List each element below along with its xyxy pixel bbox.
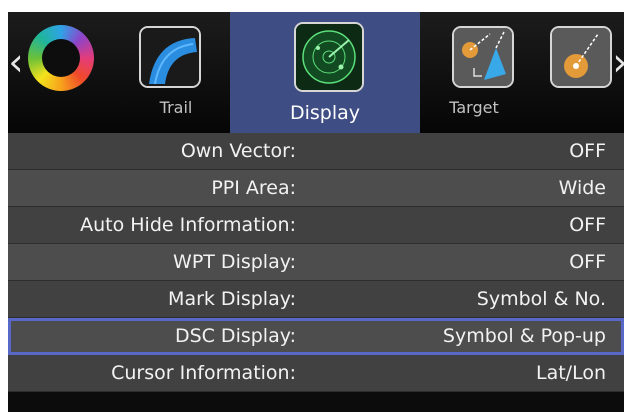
tab-target-label: Target — [449, 98, 499, 117]
setting-row-wpt-display[interactable]: WPT Display: OFF — [8, 244, 624, 281]
setting-value: Lat/Lon — [536, 362, 606, 384]
setting-label: Own Vector: — [180, 140, 296, 162]
setting-label: DSC Display: — [174, 325, 296, 347]
scroll-right-arrow-icon[interactable]: › — [612, 42, 624, 82]
tab-target[interactable]: Target — [426, 12, 522, 133]
setting-label: Auto Hide Information: — [80, 214, 296, 236]
tab-trail-label: Trail — [159, 98, 193, 117]
setting-label: Mark Display: — [168, 288, 296, 310]
setting-label: WPT Display: — [173, 251, 296, 273]
setting-value: OFF — [569, 251, 606, 273]
tab-display[interactable]: Display — [230, 12, 420, 133]
settings-list: Own Vector: OFF PPI Area: Wide Auto Hide… — [8, 133, 624, 392]
category-tab-bar: ‹ Trail Display Target — [8, 12, 624, 134]
tab-display-label: Display — [289, 102, 361, 124]
setting-row-ppi-area[interactable]: PPI Area: Wide — [8, 170, 624, 207]
radar-display-icon — [294, 22, 364, 92]
setting-value: Symbol & Pop-up — [442, 325, 606, 347]
setting-row-cursor-information[interactable]: Cursor Information: Lat/Lon — [8, 355, 624, 392]
tab-trail[interactable]: Trail — [126, 12, 226, 133]
setting-label: Cursor Information: — [111, 362, 296, 384]
trail-icon — [139, 26, 201, 88]
tab-next[interactable] — [548, 12, 612, 133]
setting-row-dsc-display[interactable]: DSC Display: Symbol & Pop-up — [8, 318, 624, 355]
setting-value: Symbol & No. — [476, 288, 606, 310]
setting-value: Wide — [558, 177, 606, 199]
setting-label: PPI Area: — [211, 177, 296, 199]
setting-row-mark-display[interactable]: Mark Display: Symbol & No. — [8, 281, 624, 318]
setting-row-auto-hide-information[interactable]: Auto Hide Information: OFF — [8, 207, 624, 244]
setting-value: OFF — [569, 214, 606, 236]
mark-icon — [550, 26, 612, 88]
setting-row-own-vector[interactable]: Own Vector: OFF — [8, 133, 624, 170]
target-icon — [452, 26, 514, 88]
settings-window: ‹ Trail Display Target Own Vector: OFF P… — [8, 12, 624, 412]
setting-value: OFF — [569, 140, 606, 162]
scroll-left-arrow-icon[interactable]: ‹ — [8, 42, 24, 82]
color-wheel-icon[interactable] — [28, 25, 94, 91]
